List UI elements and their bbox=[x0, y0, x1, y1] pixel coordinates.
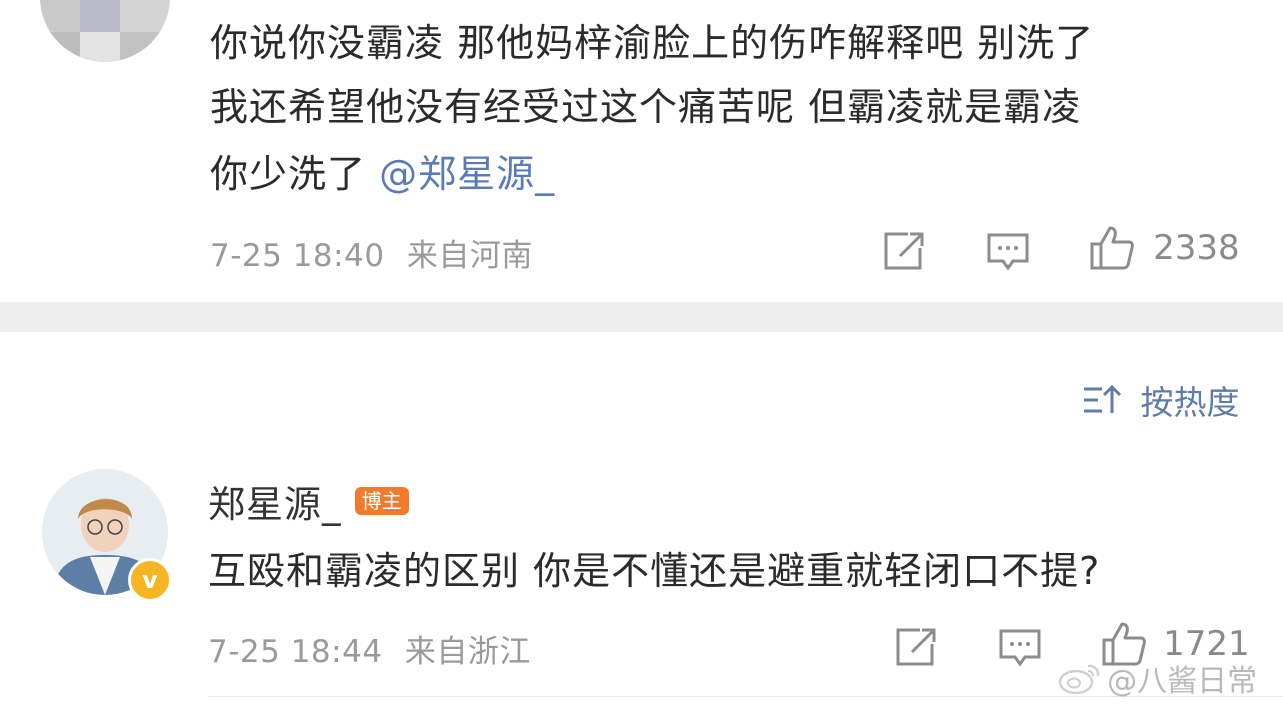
commenter-avatar[interactable] bbox=[40, 0, 170, 62]
reply-date: 7-25 18:44 bbox=[208, 634, 383, 670]
top-comment-line-3-text: 你少洗了 bbox=[210, 152, 380, 196]
blogger-badge: 博主 bbox=[354, 487, 409, 515]
comment-icon[interactable] bbox=[986, 232, 1030, 272]
top-comment-date: 7-25 18:40 bbox=[210, 238, 385, 274]
share-icon[interactable] bbox=[894, 626, 938, 668]
sort-icon bbox=[1084, 384, 1122, 413]
top-comment-line-2: 我还希望他没有经受过这个痛苦呢 但霸凌就是霸凌 bbox=[210, 85, 1082, 129]
reply-meta: 7-25 18:44 来自浙江 bbox=[208, 626, 531, 671]
top-like-group[interactable]: 2338 bbox=[1088, 224, 1240, 272]
reply-text: 互殴和霸凌的区别 你是不懂还是避重就轻闭口不提? bbox=[208, 549, 1101, 593]
top-comment-meta: 7-25 18:40 来自河南 bbox=[210, 230, 533, 275]
watermark: @八酱日常 bbox=[1058, 656, 1257, 700]
comment-icon[interactable] bbox=[998, 628, 1042, 668]
section-divider bbox=[0, 302, 1283, 332]
reply-header: 郑星源_ 博主 bbox=[208, 474, 409, 528]
top-comment-source: 来自河南 bbox=[406, 238, 533, 274]
share-icon[interactable] bbox=[882, 230, 926, 272]
top-like-count: 2338 bbox=[1153, 228, 1240, 268]
weibo-logo-icon bbox=[1058, 664, 1100, 695]
mention-link[interactable]: @郑星源_ bbox=[379, 152, 555, 196]
watermark-text: @八酱日常 bbox=[1107, 664, 1258, 699]
reply-username[interactable]: 郑星源_ bbox=[208, 483, 342, 526]
top-comment-line-1: 你说你没霸凌 那他妈梓渝脸上的伤咋解释吧 别洗了 bbox=[210, 21, 1095, 65]
reply-source: 来自浙江 bbox=[404, 634, 531, 670]
verified-badge-icon: v bbox=[128, 558, 172, 602]
like-icon[interactable] bbox=[1088, 224, 1136, 272]
sort-by-hot-button[interactable]: 按热度 bbox=[1082, 376, 1240, 424]
top-comment-line-3: 你少洗了 @郑星源_ bbox=[210, 143, 555, 205]
sort-label: 按热度 bbox=[1140, 383, 1240, 422]
